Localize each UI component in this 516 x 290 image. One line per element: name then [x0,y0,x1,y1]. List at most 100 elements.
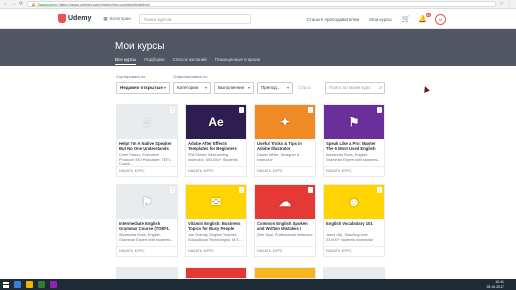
start-course-link[interactable]: НАЧАТЬ КУРС [188,169,214,173]
card-divider [186,246,246,247]
sort-select[interactable]: Недавно открытые ▾ [116,82,170,94]
course-card[interactable] [116,267,178,279]
course-card[interactable]: ✉ ⋮ Vitamin English: Business Topics for B… [185,184,247,257]
more-options-icon[interactable]: ⋮ [170,107,175,113]
tab-all-courses[interactable]: Все курсы [115,57,137,65]
udemy-logo[interactable]: Udemy [58,14,91,23]
menu-icon[interactable]: ⋮ [507,1,512,7]
course-author: Jame Gai, Teaching over 23,000+ students… [326,233,374,242]
course-card[interactable]: ⚑ ⋮ Intermediate English Grammar Course (T… [116,184,178,257]
logo-text: Udemy [68,15,92,22]
more-options-icon[interactable]: ⋮ [308,187,313,193]
course-title[interactable]: Intermediate English Grammar Course (TOE… [117,219,177,232]
my-courses-search-input[interactable]: Поиск по моим курс ⌕ [325,82,385,94]
course-title[interactable]: Speak Like a Pro: Master The 6 Most Used… [324,139,384,152]
course-title[interactable]: Common English Spoken and Written Mistak… [255,219,315,232]
category-select[interactable]: Категории ▾ [173,82,211,94]
secure-label: Защищено [37,2,58,7]
more-options-icon[interactable]: ⋮ [377,187,382,193]
windows-start-icon[interactable] [3,281,9,288]
uk-flag-icon: ⚑ [348,115,360,129]
forward-icon[interactable]: → [11,1,16,7]
course-author: Daniel White, Designer & Instructor [257,153,300,162]
grid-icon: ▦ [103,15,108,21]
more-options-icon[interactable]: ⋮ [377,107,382,113]
course-thumbnail[interactable]: ✦ ⋮ [255,105,315,139]
course-thumbnail[interactable] [117,268,177,278]
more-options-icon[interactable]: ⋮ [308,107,313,113]
course-title[interactable]: Adobe After Effects Templates for Beginn… [186,139,246,152]
more-options-icon[interactable]: ⋮ [239,107,244,113]
site-header: Udemy ▦ Категории Поиск курсов Станьте п… [0,9,516,29]
card-divider [324,166,384,167]
progress-select[interactable]: Выполнение ▾ [214,82,254,94]
course-card[interactable]: ☁ ⋮ Common English Spoken and Written Mist… [254,184,316,257]
more-options-icon[interactable]: ⋮ [239,187,244,193]
start-course-link[interactable]: НАЧАТЬ КУРС [119,249,145,253]
speaker-photo-icon: ☺ [140,115,154,129]
course-thumbnail[interactable] [186,268,246,278]
start-course-link[interactable]: НАЧАТЬ КУРС [257,249,283,253]
course-thumbnail[interactable] [255,268,315,278]
chevron-down-icon: ▾ [163,85,166,90]
course-thumbnail[interactable]: ☻ ⋮ [324,185,384,219]
avatar[interactable]: М [435,13,446,25]
start-course-link[interactable]: НАЧАТЬ КУРС [257,169,283,173]
course-thumbnail[interactable]: Ae ⋮ [186,105,246,139]
course-thumbnail[interactable]: ✉ ⋮ [186,185,246,219]
card-divider [324,246,384,247]
more-options-icon[interactable]: ⋮ [170,187,175,193]
course-thumbnail[interactable]: ⚑ ⋮ [324,105,384,139]
start-course-link[interactable]: НАЧАТЬ КУРС [326,249,352,253]
chrome-icon[interactable] [26,281,33,288]
file-explorer-icon[interactable] [14,281,21,288]
bell-icon[interactable]: 🔔 20 [418,13,431,23]
course-card[interactable] [185,267,247,279]
course-card[interactable] [254,267,316,279]
app-icon[interactable] [50,281,57,288]
search-icon[interactable]: ⌕ [379,83,382,93]
course-thumbnail[interactable]: ⚑ ⋮ [117,185,177,219]
reload-icon[interactable]: ⟳ [19,1,23,7]
categories-label: Категории [109,16,131,21]
my-courses-link[interactable]: Мои курсы [369,17,391,22]
course-thumbnail[interactable]: ☺ ⋮ [117,105,177,139]
course-card[interactable]: ⚑ ⋮ Speak Like a Pro: Master The 6 Most Us… [323,104,385,177]
tab-archived[interactable]: Помещенные в архив [215,57,260,65]
address-bar[interactable]: 🔒 Защищено https://www.udemy.com/home/my… [27,1,496,7]
star-icon[interactable]: ☆ [500,1,504,7]
course-card[interactable]: ✦ ⋮ Useful Tricks & Tips in Adobe Illustra… [254,104,316,177]
start-course-link[interactable]: НАЧАТЬ КУРС [119,169,145,173]
card-divider [117,246,177,247]
clock-date: 25.10.2017 [486,284,504,289]
start-course-link[interactable]: НАЧАТЬ КУРС [326,169,352,173]
become-teacher-link[interactable]: Станьте преподавателем [307,17,360,22]
reset-button[interactable]: Сброс [298,82,311,94]
start-course-link[interactable]: НАЧАТЬ КУРС [188,249,214,253]
course-card[interactable]: Ae ⋮ Adobe After Effects Templates for Beg… [185,104,247,177]
browser-extensions: ☆ ⋮ [500,1,512,7]
filter-label: Отфильтровать по [173,74,208,79]
instructor-select[interactable]: Препод... ▾ [257,82,293,94]
header-search-input[interactable]: Поиск курсов [138,13,251,24]
tab-wishlist[interactable]: Список желаний [173,57,207,65]
course-title[interactable]: Help! I'm A Native Speaker But No One Un… [117,139,177,152]
card-divider [117,166,177,167]
back-icon[interactable]: ← [3,1,8,7]
course-thumbnail[interactable] [324,268,384,278]
course-card[interactable] [323,267,385,279]
udemy-logo-icon [58,14,66,23]
course-title[interactable]: Vitamin English: Business Topics for Bus… [186,219,246,232]
tab-collections[interactable]: Подборки [144,57,164,65]
categories-button[interactable]: ▦ Категории [103,16,130,22]
course-card[interactable]: ☻ ⋮ English Vocabulary 101 Jame Gai, Teachi… [323,184,385,257]
app-icon[interactable] [38,281,45,288]
course-card[interactable]: ☺ ⋮ Help! I'm A Native Speaker But No One … [116,104,178,177]
cart-icon[interactable]: 🛒 [402,15,411,23]
browser-nav: ← → ⟳ [3,1,23,7]
course-thumbnail[interactable]: ☁ ⋮ [255,185,315,219]
course-title[interactable]: English Vocabulary 101 [324,219,384,232]
sort-label: Сортировать по [116,74,146,79]
browser-toolbar: ← → ⟳ 🔒 Защищено https://www.udemy.com/h… [0,0,516,9]
course-title[interactable]: Useful Tricks & Tips in Adobe Illustrato… [255,139,315,152]
